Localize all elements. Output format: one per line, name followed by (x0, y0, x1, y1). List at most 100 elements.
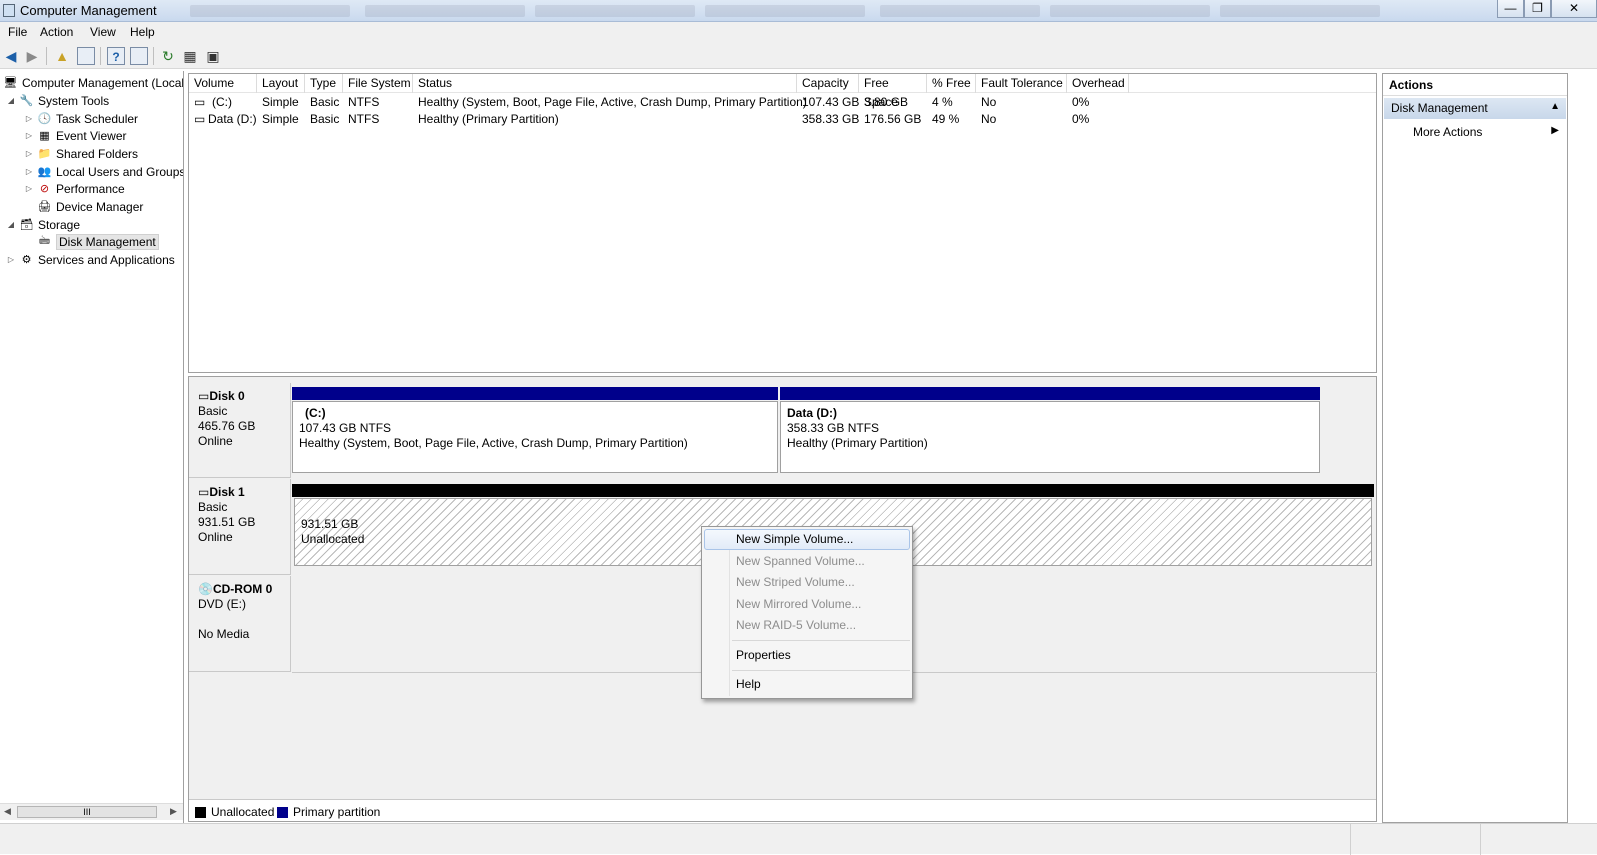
toolbar: ◀ ▶ ▲ ? ↻ ▦ ▣ (0, 43, 1597, 69)
disk-state: Online (198, 434, 233, 448)
collapse-up-icon[interactable]: ▲ (1550, 101, 1560, 112)
expand-arrow-icon[interactable]: ▷ (24, 167, 34, 176)
forward-arrow-icon[interactable]: ▶ (23, 47, 41, 65)
tree-root[interactable]: 🖥 Computer Management (Local (0, 74, 183, 91)
partition-d-body[interactable]: Data (D:) 358.33 GB NTFS Healthy (Primar… (780, 401, 1320, 473)
legend-swatch (277, 806, 288, 818)
tree-performance[interactable]: ▷ ⊘ Performance (24, 180, 125, 197)
cdrom-0-label[interactable]: 💿CD-ROM 0 DVD (E:) No Media (189, 576, 291, 672)
back-arrow-icon[interactable]: ◀ (2, 47, 20, 65)
tools-icon: 🔧 (19, 95, 34, 107)
column-layout[interactable]: Layout (257, 74, 305, 93)
primary-partition-bar (292, 387, 778, 400)
menu-new-striped-volume[interactable]: New Striped Volume... (704, 572, 910, 593)
column-free-space[interactable]: Free Space (859, 74, 927, 109)
cell-type: Basic (310, 95, 340, 109)
properties-icon[interactable]: ▦ (181, 47, 199, 65)
background-window-ghost (1220, 5, 1380, 17)
tree-storage[interactable]: ◢ 🗃 Storage (6, 216, 80, 233)
computer-management-icon (3, 4, 15, 17)
shared-folder-icon: 📁 (37, 148, 52, 160)
scroll-left-icon[interactable]: ◀ (4, 806, 11, 817)
partition-d[interactable]: Data (D:) 358.33 GB NTFS Healthy (Primar… (780, 387, 1320, 473)
column-type[interactable]: Type (305, 74, 343, 93)
tree-horizontal-scrollbar[interactable]: ◀ III ▶ (0, 803, 183, 820)
cell-status: Healthy (System, Boot, Page File, Active… (418, 95, 807, 109)
legend: Unallocated Primary partition (189, 799, 1376, 821)
partition-name: (C:) (305, 406, 326, 420)
submenu-arrow-icon: ▶ (1551, 125, 1559, 136)
menu-new-raid5-volume[interactable]: New RAID-5 Volume... (704, 615, 910, 636)
menu-new-simple-volume[interactable]: New Simple Volume... (704, 529, 910, 550)
column-percent-free[interactable]: % Free (927, 74, 976, 93)
tree-task-scheduler[interactable]: ▷ 🕓 Task Scheduler (24, 110, 138, 127)
actions-pane: Actions Disk Management ▲ More Actions ▶ (1382, 73, 1568, 823)
expand-arrow-icon[interactable]: ▷ (24, 184, 34, 193)
menu-new-spanned-volume[interactable]: New Spanned Volume... (704, 551, 910, 572)
column-capacity[interactable]: Capacity (797, 74, 859, 93)
drive-icon: ▭ (194, 95, 206, 109)
disk-1-label[interactable]: ▭Disk 1 Basic 931.51 GB Online (189, 479, 291, 575)
tree-local-users[interactable]: ▷ 👥 Local Users and Groups (24, 163, 183, 180)
partition-c[interactable]: (C:) 107.43 GB NTFS Healthy (System, Boo… (292, 387, 780, 473)
menu-new-mirrored-volume[interactable]: New Mirrored Volume... (704, 594, 910, 615)
collapse-arrow-icon[interactable]: ◢ (6, 96, 16, 105)
table-row[interactable]: ▭ (C:) Simple Basic NTFS Healthy (System… (189, 94, 1376, 111)
column-status[interactable]: Status (413, 74, 797, 93)
status-bar (0, 823, 1597, 855)
minimize-button[interactable]: — (1497, 0, 1524, 18)
partition-status: Healthy (Primary Partition) (787, 436, 928, 450)
menu-help[interactable]: Help (704, 674, 910, 695)
partition-status: Healthy (System, Boot, Page File, Active… (299, 436, 688, 450)
table-row[interactable]: ▭ Data (D:) Simple Basic NTFS Healthy (P… (189, 111, 1376, 128)
restore-button[interactable]: ❐ (1524, 0, 1551, 18)
export-icon[interactable]: ▣ (204, 47, 222, 65)
expand-arrow-icon[interactable]: ▷ (6, 255, 16, 264)
disk-type: Basic (198, 404, 228, 418)
column-volume[interactable]: Volume (189, 74, 257, 93)
tree-event-viewer[interactable]: ▷ ▦ Event Viewer (24, 127, 127, 144)
help-icon[interactable]: ? (107, 47, 125, 65)
refresh-icon[interactable]: ↻ (159, 47, 177, 65)
tree-shared-folders[interactable]: ▷ 📁 Shared Folders (24, 145, 138, 162)
unallocated-bar (292, 484, 1374, 497)
action-pane-icon[interactable] (130, 47, 148, 65)
toolbar-separator (100, 47, 101, 65)
menu-view[interactable]: View (90, 25, 116, 39)
scrollbar-thumb[interactable]: III (17, 806, 157, 818)
disk-state: Online (198, 530, 233, 544)
disk-type: Basic (198, 500, 228, 514)
folder-up-icon[interactable]: ▲ (53, 47, 71, 65)
disk-size: 931.51 GB (198, 515, 256, 529)
disk-0-label[interactable]: ▭Disk 0 Basic 465.76 GB Online (189, 383, 291, 478)
tree-disk-management[interactable]: 🖮 Disk Management (34, 233, 159, 250)
tree-services[interactable]: ▷ ⚙ Services and Applications (6, 251, 175, 268)
close-button[interactable]: ✕ (1551, 0, 1597, 18)
expand-arrow-icon[interactable]: ▷ (24, 114, 34, 123)
partition-c-body[interactable]: (C:) 107.43 GB NTFS Healthy (System, Boo… (292, 401, 778, 473)
collapse-arrow-icon[interactable]: ◢ (6, 220, 16, 229)
actions-section-disk-management[interactable]: Disk Management ▲ (1384, 98, 1566, 119)
menu-file[interactable]: File (8, 25, 27, 39)
menu-action[interactable]: Action (40, 25, 73, 39)
toolbar-separator (46, 47, 47, 65)
column-fault-tolerance[interactable]: Fault Tolerance (976, 74, 1067, 93)
primary-partition-bar (780, 387, 1320, 400)
context-menu: New Simple Volume... New Spanned Volume.… (701, 526, 913, 699)
expand-arrow-icon[interactable]: ▷ (24, 149, 34, 158)
more-actions[interactable]: More Actions (1413, 125, 1482, 139)
cell-file-system: NTFS (348, 95, 380, 109)
disk-size: 465.76 GB (198, 419, 256, 433)
menu-help[interactable]: Help (130, 25, 155, 39)
tree-device-manager[interactable]: 🖨 Device Manager (34, 198, 144, 215)
tree-system-tools[interactable]: ◢ 🔧 System Tools (6, 92, 109, 109)
disk-management-icon: 🖮 (39, 235, 50, 247)
column-file-system[interactable]: File System (343, 74, 413, 93)
cell-overhead: 0% (1072, 112, 1090, 126)
menu-properties[interactable]: Properties (704, 645, 910, 666)
scroll-right-icon[interactable]: ▶ (170, 806, 177, 817)
console-tree-icon[interactable] (77, 47, 95, 65)
drive-icon: ▭ (198, 389, 210, 403)
expand-arrow-icon[interactable]: ▷ (24, 131, 34, 140)
column-overhead[interactable]: Overhead (1067, 74, 1129, 93)
